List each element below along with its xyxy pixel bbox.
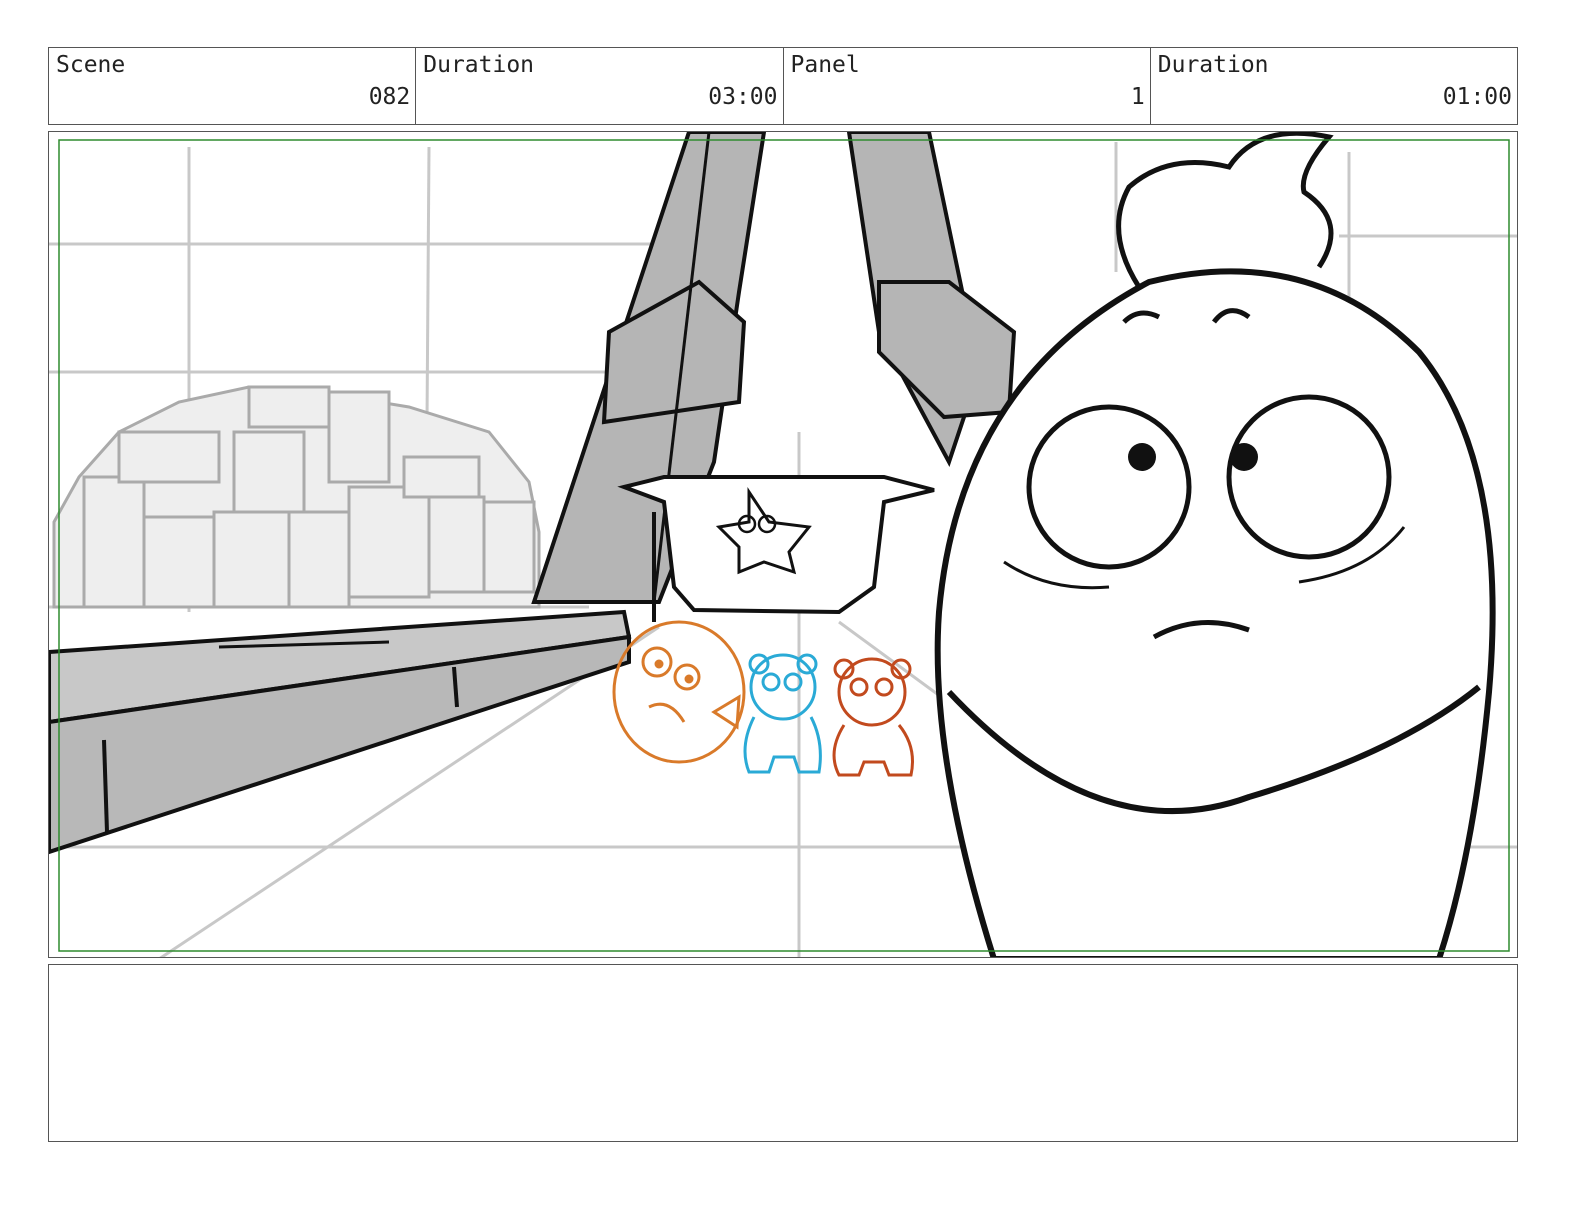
- conveyor-belt: [49, 609, 632, 855]
- panel-duration-cell: Duration 01:00: [1151, 48, 1517, 124]
- panel-value: 1: [1130, 84, 1145, 110]
- panel-duration-label: Duration: [1157, 52, 1269, 78]
- red-bear-character: [832, 657, 914, 777]
- panel-notes: [48, 964, 1518, 1142]
- crate-stack: [52, 385, 541, 609]
- egg-character: [934, 132, 1496, 957]
- scene-label: Scene: [56, 52, 126, 78]
- panel-duration-value: 01:00: [1442, 84, 1512, 110]
- storyboard-drawing: [49, 132, 1517, 957]
- scene-cell: Scene 082: [49, 48, 417, 124]
- panel-label: Panel: [790, 52, 860, 78]
- hanging-bin: [617, 475, 935, 622]
- blue-bear-character: [743, 653, 822, 774]
- scene-header: Scene 082 Duration 03:00 Panel 1 Duratio…: [48, 47, 1518, 125]
- panel-cell: Panel 1: [784, 48, 1151, 124]
- storyboard-panel: [48, 131, 1518, 958]
- scene-duration-value: 03:00: [708, 84, 778, 110]
- scene-duration-cell: Duration 03:00: [416, 48, 784, 124]
- fish-character: [612, 620, 746, 764]
- gantry-right: [846, 132, 1017, 468]
- scene-duration-label: Duration: [423, 52, 535, 78]
- scene-value: 082: [368, 84, 411, 110]
